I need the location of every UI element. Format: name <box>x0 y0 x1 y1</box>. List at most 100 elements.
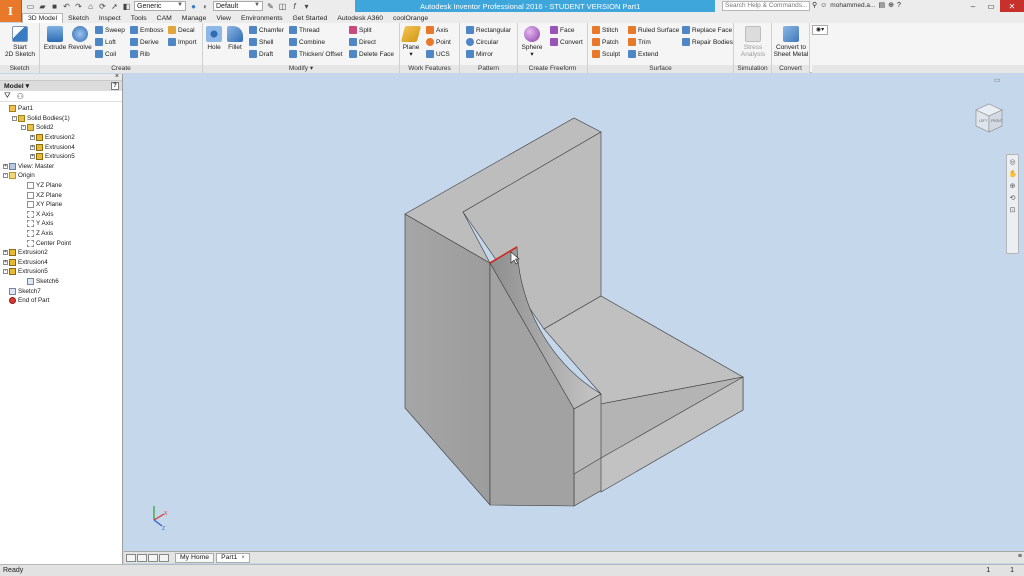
collapse-icon[interactable]: - <box>3 269 8 275</box>
tab-3d-model[interactable]: 3D Model <box>22 13 64 23</box>
coil-button[interactable]: Coil <box>95 50 116 58</box>
expand-icon[interactable]: + <box>30 154 35 160</box>
wall-left-face[interactable] <box>404 213 491 506</box>
tree-node[interactable]: - Extrusion5 <box>0 267 122 277</box>
draft-button[interactable]: Draft <box>249 50 273 58</box>
close-icon[interactable]: × <box>241 555 245 561</box>
tab-environments[interactable]: Environments <box>236 13 288 23</box>
tree-node[interactable]: + Extrusion4 <box>0 142 122 152</box>
chamfer-button[interactable]: Chamfer <box>249 26 284 34</box>
thicken-offset-button[interactable]: Thicken/ Offset <box>289 50 343 58</box>
help-search-input[interactable]: Search Help & Commands... <box>722 1 810 11</box>
orbit-icon[interactable]: ⟲ <box>1009 195 1017 203</box>
tab-inspect[interactable]: Inspect <box>94 13 126 23</box>
appearance-combo[interactable]: Default ▼ <box>213 1 263 11</box>
tree-node[interactable]: End of Part <box>0 296 122 306</box>
tile-horizontal-icon[interactable] <box>126 553 136 562</box>
new-file-icon[interactable]: ▭ <box>26 2 35 11</box>
customize-icon[interactable]: ▾ <box>302 2 311 11</box>
direct-button[interactable]: Direct <box>349 38 376 46</box>
start-2d-sketch-button[interactable]: Start 2D Sketch <box>4 26 36 58</box>
shell-button[interactable]: Shell <box>249 38 273 46</box>
cascade-icon[interactable] <box>148 553 158 562</box>
hole-button[interactable]: Hole <box>205 26 223 51</box>
tree-node[interactable]: + Extrusion4 <box>0 258 122 268</box>
tab-my-home[interactable]: My Home <box>175 552 215 563</box>
tree-node[interactable]: Part1 <box>0 104 122 114</box>
tree-node[interactable]: Y Axis <box>0 219 122 229</box>
tree-node[interactable]: + Extrusion2 <box>0 133 122 143</box>
loft-button[interactable]: Loft <box>95 38 116 46</box>
tree-node[interactable]: Z Axis <box>0 229 122 239</box>
expand-icon[interactable]: + <box>30 144 35 150</box>
maximize-icon[interactable]: ▭ <box>982 0 1000 12</box>
sculpt-button[interactable]: Sculpt <box>592 50 620 58</box>
tab-menu-icon[interactable]: ≡ <box>1018 553 1022 560</box>
sphere-button[interactable]: Sphere ▾ <box>521 26 543 58</box>
minimize-icon[interactable]: – <box>964 0 982 12</box>
collapse-icon[interactable]: - <box>12 115 17 121</box>
mirror-button[interactable]: Mirror <box>466 50 493 58</box>
point-button[interactable]: Point <box>426 38 451 46</box>
tree-node[interactable]: XZ Plane <box>0 190 122 200</box>
model-svg[interactable]: X Z <box>124 74 1024 551</box>
tile-vertical-icon[interactable] <box>137 553 147 562</box>
pan-icon[interactable]: ✋ <box>1009 171 1018 179</box>
help-icon[interactable]: ? <box>111 82 119 90</box>
tree-node[interactable]: Sketch7 <box>0 286 122 296</box>
browser-title[interactable]: Model ▾ ? <box>0 81 122 91</box>
tree-node[interactable]: YZ Plane <box>0 181 122 191</box>
user-icon[interactable]: ☺ <box>820 2 827 9</box>
viewcube[interactable]: LEFT FRONT <box>972 100 1006 140</box>
tab-coolorange[interactable]: coolOrange <box>388 13 433 23</box>
redo-icon[interactable]: ↷ <box>74 2 83 11</box>
tree-node[interactable]: Sketch6 <box>0 277 122 287</box>
modify-panel-label[interactable]: Modify ▾ <box>203 65 399 73</box>
replace-face-button[interactable]: Replace Face <box>682 26 732 34</box>
tree-node[interactable]: - Solid Bodies(1) <box>0 114 122 124</box>
select-icon[interactable]: ➚ <box>110 2 119 11</box>
import-button[interactable]: Import <box>168 38 196 46</box>
circular-pattern-button[interactable]: Circular <box>466 38 498 46</box>
close-icon[interactable]: ✕ <box>1000 0 1024 12</box>
tab-manage[interactable]: Manage <box>177 13 212 23</box>
extend-button[interactable]: Extend <box>628 50 658 58</box>
tree-node[interactable]: X Axis <box>0 210 122 220</box>
rectangular-pattern-button[interactable]: Rectangular <box>466 26 511 34</box>
extrude-button[interactable]: Extrude <box>43 26 67 51</box>
graphics-viewport[interactable]: X Z LEFT FRONT ▭ ◎ ✋ ⊕ ⟲ ⊡ <box>124 74 1024 551</box>
tree-node[interactable]: + Extrusion5 <box>0 152 122 162</box>
combine-button[interactable]: Combine <box>289 38 325 46</box>
viewcube-icon[interactable]: LEFT FRONT <box>972 100 1006 140</box>
fx-icon[interactable]: f <box>290 2 299 11</box>
open-icon[interactable]: ▰ <box>38 2 47 11</box>
clear-override-icon[interactable]: ✎ <box>266 2 275 11</box>
tab-autodesk-a360[interactable]: Autodesk A360 <box>332 13 388 23</box>
material-combo[interactable]: Generic ▼ <box>134 1 186 11</box>
tab-sketch[interactable]: Sketch <box>63 13 94 23</box>
filter-icon[interactable]: ⛛ <box>4 91 11 101</box>
cart-icon[interactable]: ▤ <box>878 1 885 9</box>
arrange-icon[interactable] <box>159 553 169 562</box>
convert-to-sheet-metal-button[interactable]: Convert to Sheet Metal <box>773 26 809 58</box>
tab-tools[interactable]: Tools <box>126 13 152 23</box>
look-at-icon[interactable]: ⊡ <box>1009 207 1017 215</box>
tree-node[interactable]: + Extrusion2 <box>0 248 122 258</box>
a360-icon[interactable]: ⊕ <box>888 1 894 9</box>
fillet-button[interactable]: Fillet <box>225 26 245 51</box>
user-name[interactable]: mohammed.a... <box>830 2 875 9</box>
tab-get-started[interactable]: Get Started <box>288 13 333 23</box>
help-icon[interactable]: ? <box>897 2 901 9</box>
rib-button[interactable]: Rib <box>130 50 150 58</box>
ribbon-options-button[interactable]: ◉▾ <box>812 25 828 35</box>
split-button[interactable]: Split <box>349 26 372 34</box>
save-icon[interactable]: ■ <box>50 2 59 11</box>
expand-icon[interactable]: + <box>3 250 8 256</box>
tree-node[interactable]: + View: Master <box>0 162 122 172</box>
binoculars-icon[interactable]: ⚲ <box>812 1 817 9</box>
emboss-button[interactable]: Emboss <box>130 26 163 34</box>
tab-cam[interactable]: CAM <box>152 13 177 23</box>
convert-button[interactable]: Convert <box>550 38 583 46</box>
close-icon[interactable]: × <box>115 73 119 80</box>
ucs-button[interactable]: UCS <box>426 50 450 58</box>
